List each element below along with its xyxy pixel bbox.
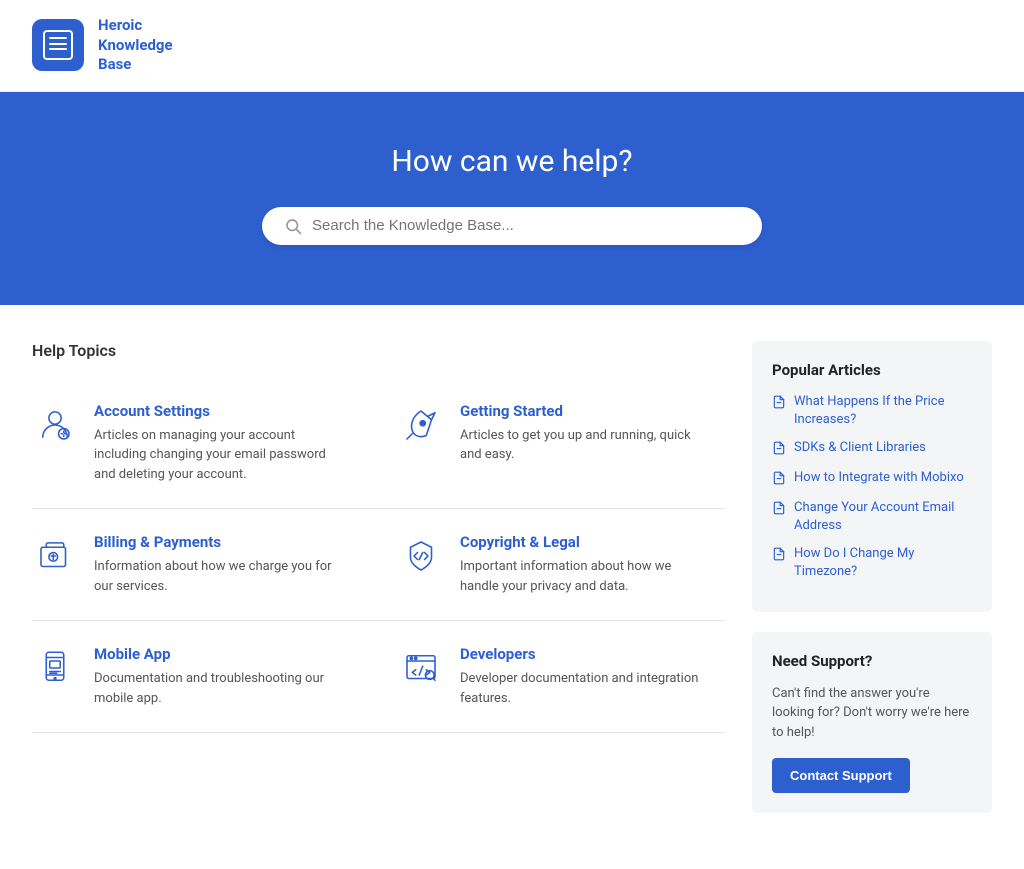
need-support-desc: Can't find the answer you're looking for… (772, 684, 972, 743)
copyright-text: Copyright & Legal Important information … (460, 533, 704, 596)
article-text-1: SDKs & Client Libraries (794, 439, 926, 457)
popular-articles-card: Popular Articles What Happens If the Pri… (752, 341, 992, 612)
search-input[interactable] (312, 217, 740, 234)
popular-articles-title: Popular Articles (772, 361, 972, 379)
header: Heroic Knowledge Base (0, 0, 1024, 92)
copyright-desc: Important information about how we handl… (460, 557, 704, 596)
article-link-3[interactable]: Change Your Account Email Address (772, 499, 972, 535)
article-link-0[interactable]: What Happens If the Price Increases? (772, 393, 972, 429)
mobile-desc: Documentation and troubleshooting our mo… (94, 669, 348, 708)
getting-started-desc: Articles to get you up and running, quic… (460, 426, 704, 465)
copyright-icon (398, 533, 444, 579)
mobile-icon (32, 645, 78, 691)
need-support-card: Need Support? Can't find the answer you'… (752, 632, 992, 814)
sidebar: Popular Articles What Happens If the Pri… (752, 341, 992, 834)
article-icon-0 (772, 394, 786, 413)
account-settings-title: Account Settings (94, 402, 348, 420)
topics-grid: Account Settings Articles on managing yo… (32, 378, 724, 734)
getting-started-text: Getting Started Articles to get you up a… (460, 402, 704, 465)
billing-title: Billing & Payments (94, 533, 348, 551)
topic-getting-started[interactable]: Getting Started Articles to get you up a… (378, 378, 724, 510)
topic-copyright[interactable]: Copyright & Legal Important information … (378, 509, 724, 621)
billing-desc: Information about how we charge you for … (94, 557, 348, 596)
billing-icon (32, 533, 78, 579)
topic-mobile[interactable]: Mobile App Documentation and troubleshoo… (32, 621, 378, 733)
logo-text: Heroic Knowledge Base (98, 16, 173, 75)
need-support-title: Need Support? (772, 652, 972, 670)
mobile-title: Mobile App (94, 645, 348, 663)
copyright-title: Copyright & Legal (460, 533, 704, 551)
search-bar[interactable] (262, 207, 762, 245)
main-content: Help Topics Account Settings Articles on… (0, 305, 1024, 869)
hero-section: How can we help? (0, 92, 1024, 305)
article-icon-3 (772, 500, 786, 519)
article-text-4: How Do I Change My Timezone? (794, 545, 972, 581)
article-link-4[interactable]: How Do I Change My Timezone? (772, 545, 972, 581)
developers-desc: Developer documentation and integration … (460, 669, 704, 708)
article-icon-2 (772, 470, 786, 489)
hero-title: How can we help? (32, 144, 992, 179)
article-text-3: Change Your Account Email Address (794, 499, 972, 535)
account-settings-text: Account Settings Articles on managing yo… (94, 402, 348, 485)
content-area: Help Topics Account Settings Articles on… (32, 341, 724, 834)
logo-icon (32, 19, 84, 71)
developers-icon (398, 645, 444, 691)
topic-billing[interactable]: Billing & Payments Information about how… (32, 509, 378, 621)
account-settings-icon (32, 402, 78, 448)
article-link-2[interactable]: How to Integrate with Mobixo (772, 469, 972, 489)
article-link-1[interactable]: SDKs & Client Libraries (772, 439, 972, 459)
topic-account-settings[interactable]: Account Settings Articles on managing yo… (32, 378, 378, 510)
article-text-2: How to Integrate with Mobixo (794, 469, 964, 487)
article-icon-4 (772, 546, 786, 565)
search-icon (284, 217, 302, 235)
billing-text: Billing & Payments Information about how… (94, 533, 348, 596)
topic-developers[interactable]: Developers Developer documentation and i… (378, 621, 724, 733)
developers-text: Developers Developer documentation and i… (460, 645, 704, 708)
mobile-text: Mobile App Documentation and troubleshoo… (94, 645, 348, 708)
developers-title: Developers (460, 645, 704, 663)
article-icon-1 (772, 440, 786, 459)
getting-started-icon (398, 402, 444, 448)
help-topics-title: Help Topics (32, 341, 724, 360)
getting-started-title: Getting Started (460, 402, 704, 420)
contact-support-button[interactable]: Contact Support (772, 758, 910, 793)
article-text-0: What Happens If the Price Increases? (794, 393, 972, 429)
account-settings-desc: Articles on managing your account includ… (94, 426, 348, 485)
